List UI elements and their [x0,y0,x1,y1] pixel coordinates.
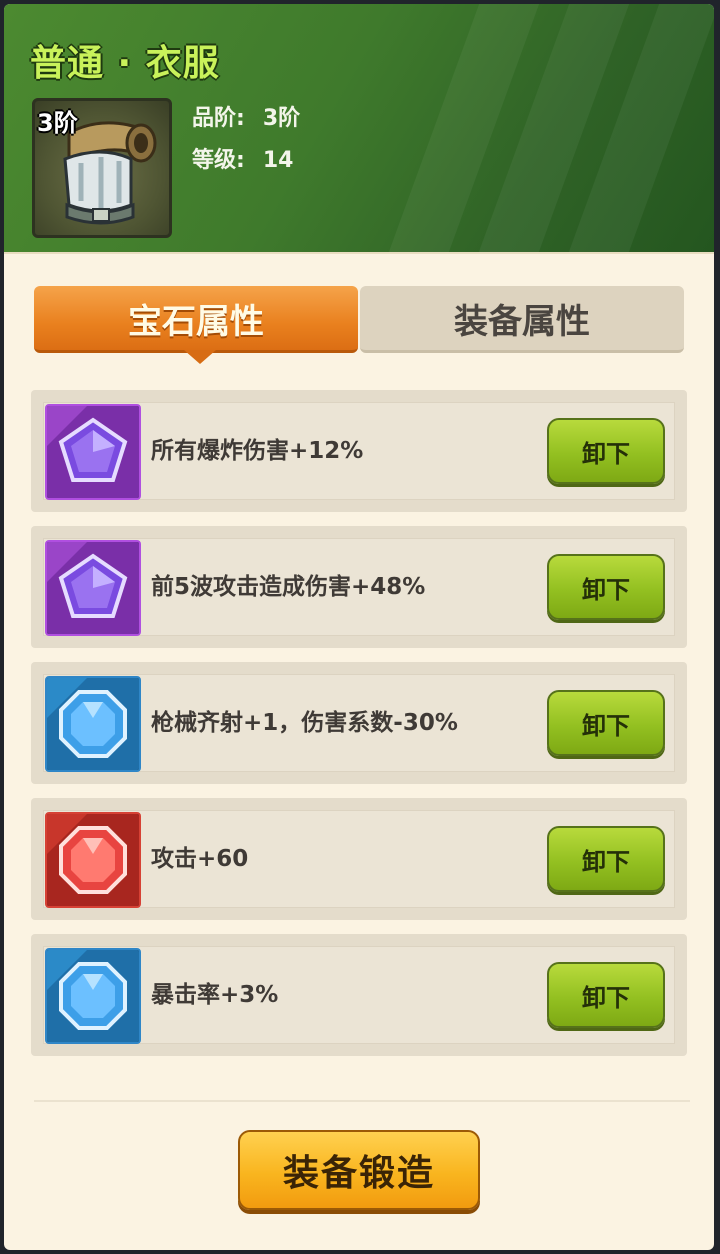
gem-effect-text: 所有爆炸伤害+12% [151,438,364,464]
gem-row: 攻击+60 卸下 [31,798,687,920]
gem-effect-text: 前5波攻击造成伤害+48% [151,574,426,600]
level-label: 等级: [192,148,245,173]
tab-equipment-attributes[interactable]: 装备属性 [360,286,684,353]
blue-octagon-gem-icon [47,950,139,1042]
quality-value: 3阶 [262,106,301,131]
gem-slot [45,948,141,1044]
equipment-title: 普通 · 衣服 [30,43,220,84]
unequip-button[interactable]: 卸下 [547,690,665,756]
gem-row: 前5波攻击造成伤害+48% 卸下 [31,526,687,648]
gem-slot [45,404,141,500]
unequip-button[interactable]: 卸下 [547,554,665,620]
gem-effect-text: 枪械齐射+1，伤害系数-30% [151,710,458,736]
level-stat: 等级: 14 [192,142,293,174]
unequip-button[interactable]: 卸下 [547,826,665,892]
purple-pentagon-gem-icon [47,542,139,634]
forge-equipment-button[interactable]: 装备锻造 [238,1130,480,1210]
unequip-button[interactable]: 卸下 [547,418,665,484]
quality-label: 品阶: [192,106,245,131]
gem-row: 枪械齐射+1，伤害系数-30% 卸下 [31,662,687,784]
level-value: 14 [262,148,294,173]
unequip-button[interactable]: 卸下 [547,962,665,1028]
red-octagon-gem-icon [47,814,139,906]
item-icon-frame: 3阶 [32,98,172,238]
gem-effect-text: 攻击+60 [151,846,249,872]
gem-slot [45,540,141,636]
equipment-panel: 普通 · 衣服 3阶 品阶: 3阶 等级: 14 宝石属性 装备属性 所有爆炸伤… [4,4,714,1250]
tab-gem-attributes[interactable]: 宝石属性 [34,286,358,353]
gem-row: 暴击率+3% 卸下 [31,934,687,1056]
equipment-header: 普通 · 衣服 3阶 品阶: 3阶 等级: 14 [4,4,714,254]
active-tab-pointer [184,350,216,364]
quality-stat: 品阶: 3阶 [192,100,300,132]
tier-badge: 3阶 [37,109,78,137]
gem-row: 所有爆炸伤害+12% 卸下 [31,390,687,512]
divider [34,1100,690,1102]
purple-pentagon-gem-icon [47,406,139,498]
blue-octagon-gem-icon [47,678,139,770]
gem-effect-text: 暴击率+3% [151,982,279,1008]
gem-slot [45,812,141,908]
gem-slot [45,676,141,772]
